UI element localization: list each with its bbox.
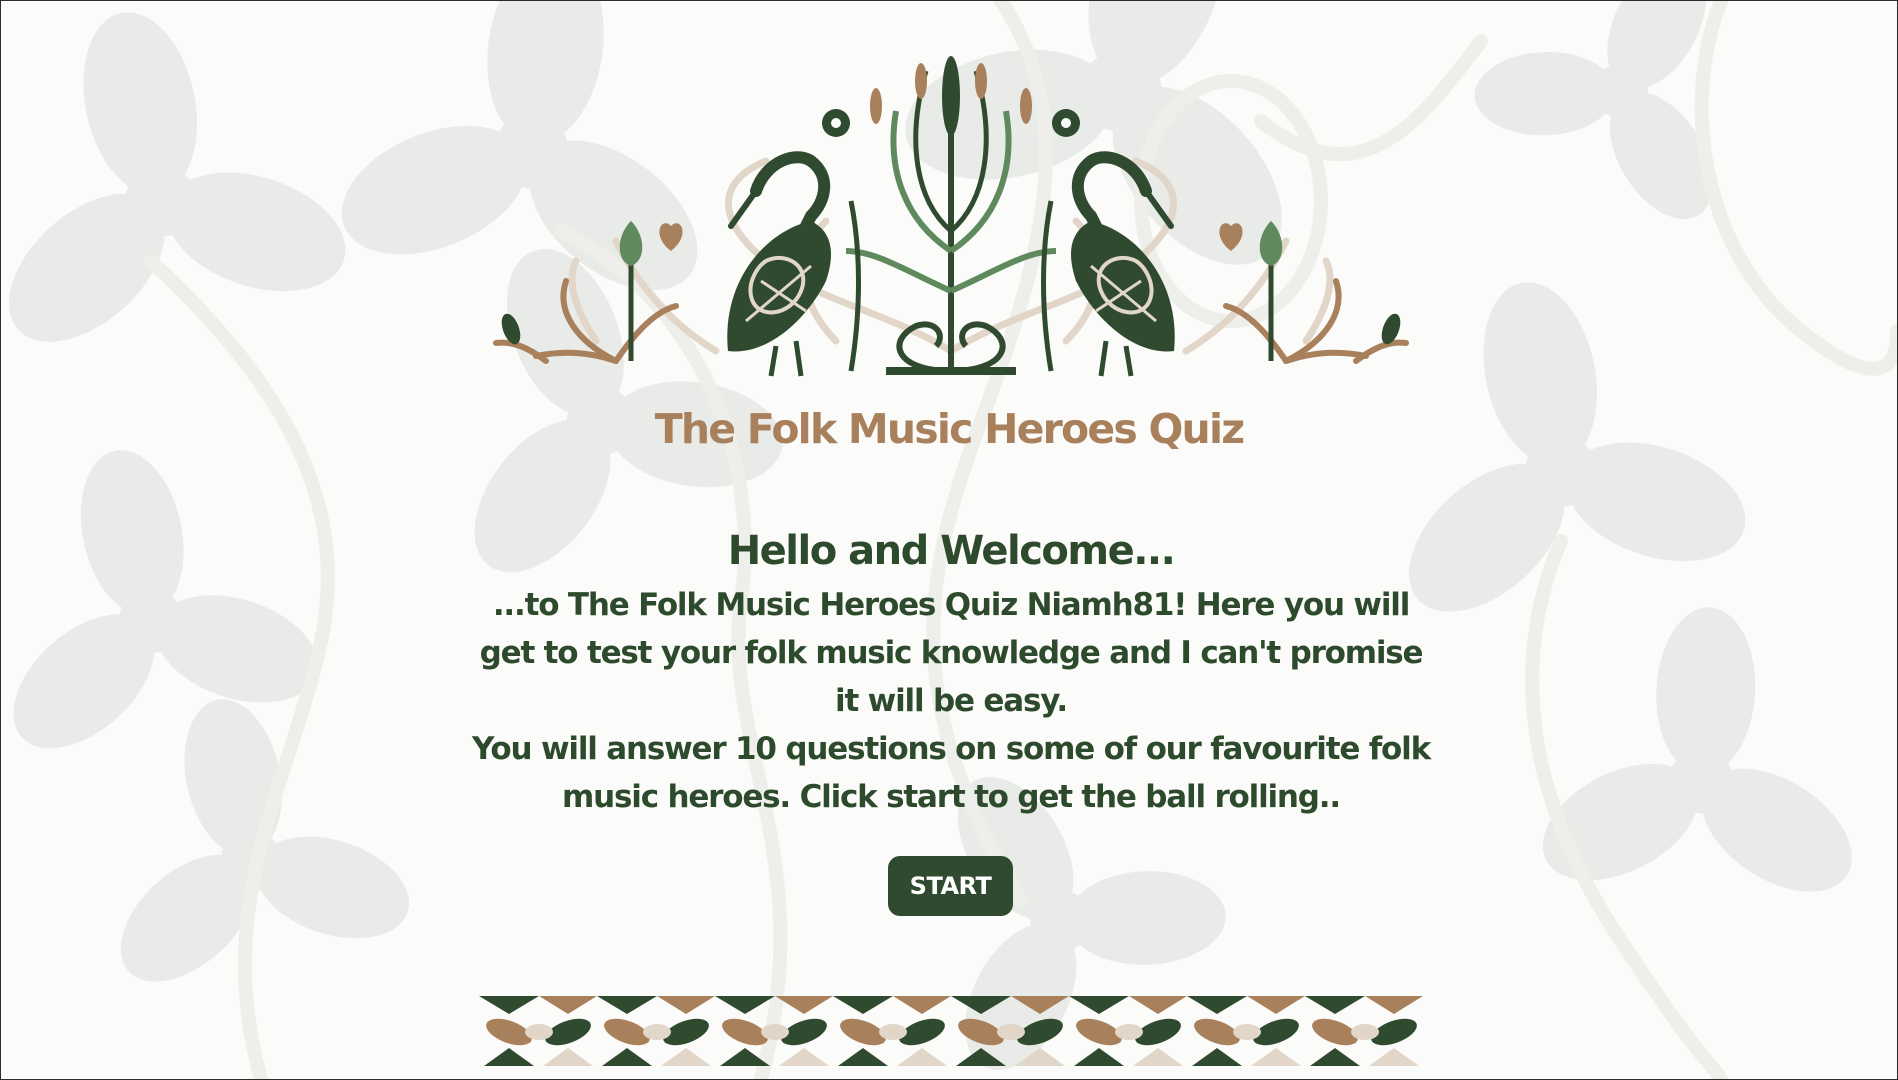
welcome-heading: Hello and Welcome... — [727, 528, 1176, 574]
quiz-welcome-page: The Folk Music Heroes Quiz Hello and Wel… — [0, 0, 1898, 1080]
page-title: The Folk Music Heroes Quiz — [654, 405, 1245, 453]
welcome-instructions-text: You will answer 10 questions on some of … — [472, 731, 1431, 815]
heron-folk-art-decoration — [493, 56, 1409, 377]
welcome-intro-text: ...to The Folk Music Heroes Quiz Niamh81… — [479, 587, 1424, 719]
welcome-section: Hello and Welcome... ...to The Folk Musi… — [471, 521, 1431, 821]
folk-border-decoration — [479, 996, 1423, 1066]
start-button[interactable]: START — [888, 856, 1013, 916]
